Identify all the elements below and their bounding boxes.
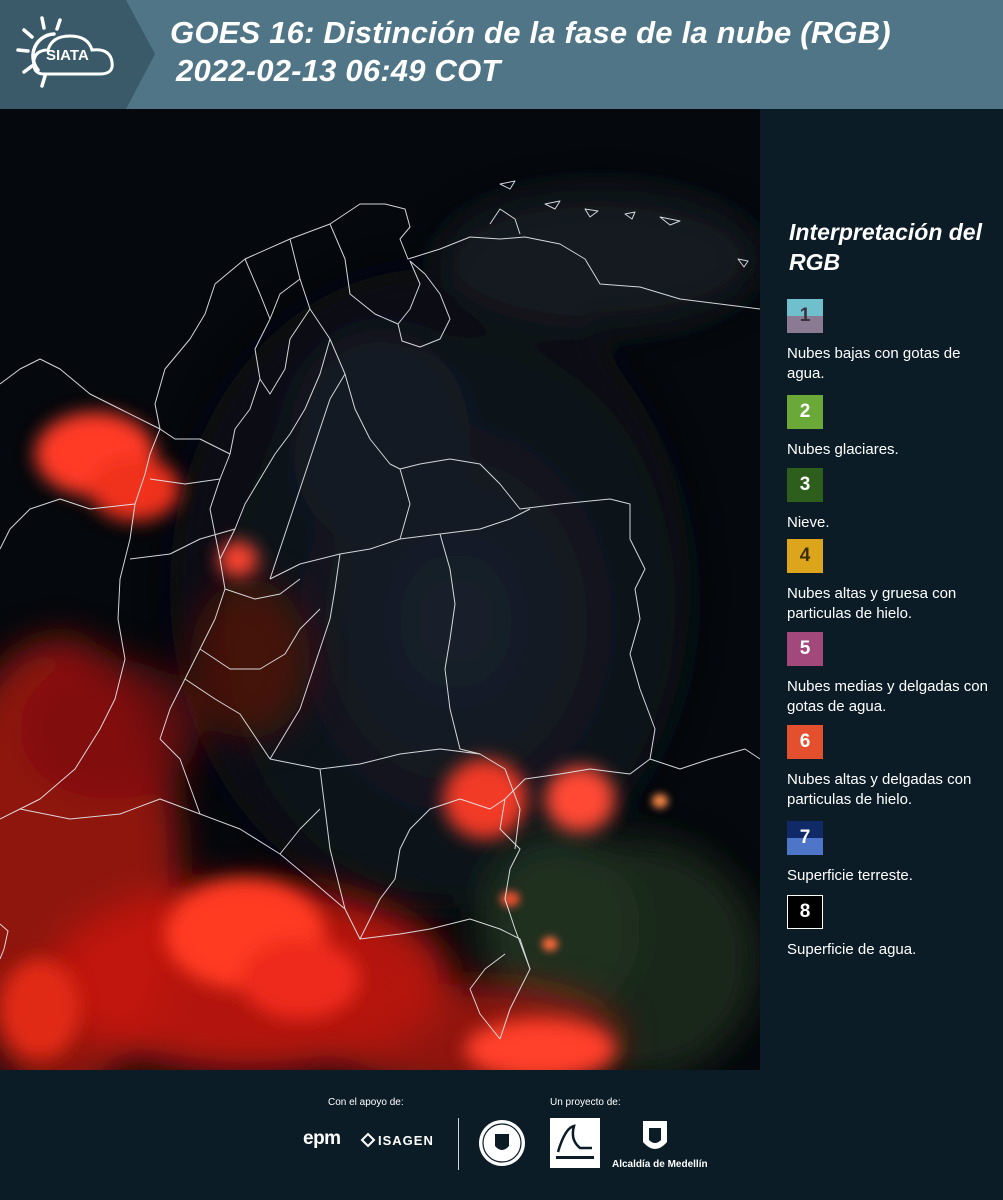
legend-number-3: 3	[799, 474, 811, 495]
legend-item-5: 5 Nubes medias y delgadas con gotas de a…	[787, 632, 1001, 717]
legend-label-5: Nubes medias y delgadas con gotas de agu…	[787, 678, 988, 715]
legend-label-8: Superficie de agua.	[787, 941, 917, 958]
alcaldia-coat-of-arms-icon	[643, 1121, 667, 1149]
legend-label-6: Nubes altas y delgadas con particulas de…	[787, 771, 972, 808]
rgb-satellite-image	[0, 109, 760, 1070]
legend-swatch-2: 2	[787, 395, 823, 429]
legend-item-1: 1 Nubes bajas con gotas de agua.	[787, 299, 1001, 384]
title-line-2: 2022-02-13 06:49 COT	[176, 53, 501, 88]
alcaldia-label: Alcaldía de Medellín	[612, 1159, 708, 1170]
legend-label-7: Superficie terreste.	[787, 867, 913, 884]
legend-swatch-7: 7	[787, 821, 823, 855]
legend-title: Interpretación del RGB	[789, 219, 982, 275]
legend-number-6: 6	[799, 731, 811, 752]
title-line-1: GOES 16: Distinción de la fase de la nub…	[170, 15, 891, 50]
legend-item-3: 3 Nieve.	[787, 468, 1001, 533]
legend-item-8: 8 Superficie de agua.	[787, 895, 1001, 960]
legend-label-1: Nubes bajas con gotas de agua.	[787, 345, 961, 382]
legend-number-5: 5	[799, 638, 811, 659]
support-label: Con el apoyo de:	[328, 1097, 404, 1108]
legend-number-7: 7	[799, 827, 811, 848]
footer-divider	[458, 1118, 459, 1170]
legend-number-1: 1	[799, 305, 811, 326]
area-metropolitana-logo-icon	[550, 1118, 600, 1168]
project-label: Un proyecto de:	[550, 1097, 621, 1108]
legend-item-2: 2 Nubes glaciares.	[787, 395, 1001, 460]
satellite-map	[0, 109, 760, 1070]
legend-item-6: 6 Nubes altas y delgadas con particulas …	[787, 725, 1001, 810]
isagen-logo: ISAGEN	[378, 1133, 434, 1148]
footer-sponsors: Con el apoyo de: Un proyecto de: epm ISA…	[0, 1070, 1003, 1200]
legend-number-4: 4	[799, 545, 811, 566]
epm-logo: epm	[303, 1128, 341, 1149]
medellin-seal-icon	[479, 1120, 525, 1166]
legend-swatch-5: 5	[787, 632, 823, 666]
siata-logo-text: SIATA	[46, 47, 89, 64]
legend-panel: Interpretación del RGB 1 Nubes bajas con…	[760, 109, 1003, 1070]
legend-label-3: Nieve.	[787, 514, 830, 531]
legend-swatch-6: 6	[787, 725, 823, 759]
legend-swatch-3: 3	[787, 468, 823, 502]
legend-number-8: 8	[799, 901, 811, 922]
legend-label-4: Nubes altas y gruesa con particulas de h…	[787, 585, 957, 622]
legend-item-4: 4 Nubes altas y gruesa con particulas de…	[787, 539, 1001, 624]
legend-label-2: Nubes glaciares.	[787, 441, 899, 458]
legend-item-7: 7 Superficie terreste.	[787, 821, 1001, 886]
legend-swatch-1: 1	[787, 299, 823, 333]
page-title: GOES 16: Distinción de la fase de la nub…	[170, 14, 891, 90]
header-bar: SIATA GOES 16: Distinción de la fase de …	[0, 0, 1003, 109]
isagen-logo-icon	[360, 1132, 376, 1148]
legend-swatch-8: 8	[787, 895, 823, 929]
legend-number-2: 2	[799, 401, 811, 422]
legend-swatch-4: 4	[787, 539, 823, 573]
